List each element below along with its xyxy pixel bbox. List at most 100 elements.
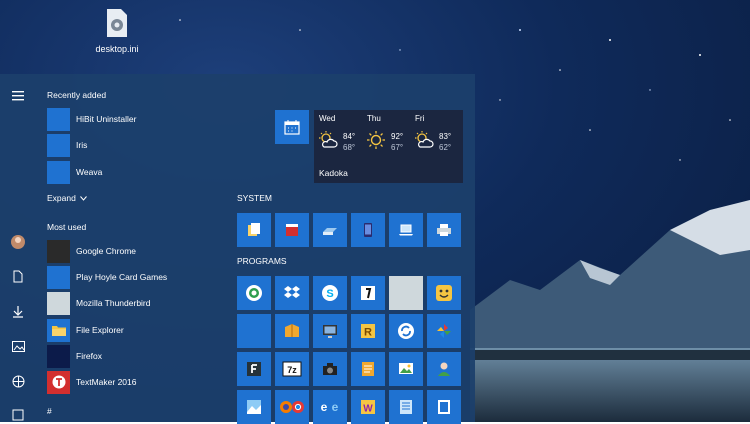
app-google-chrome[interactable]: Google Chrome [47,239,227,263]
notebook-icon [400,400,412,414]
program-tile-blank[interactable] [389,276,423,310]
svg-text:W: W [363,404,373,415]
program-tile-sync[interactable] [389,314,423,348]
weather-low: 62° [439,143,452,152]
system-tile-tablet[interactable] [351,213,385,247]
weather-day-label: Wed [319,114,336,123]
system-tile-red-app[interactable] [275,213,309,247]
app-tile-icon [47,107,70,131]
app-label: Play Hoyle Card Games [76,272,168,282]
program-tile-person[interactable] [427,352,461,386]
program-tile-browsers[interactable] [275,390,309,424]
dropbox-icon [284,286,300,298]
person-icon [438,362,450,376]
weather-day-fri: Fri 83° 62° [410,114,458,152]
program-tile-7zip[interactable]: 7z [275,352,309,386]
tablet-icon [364,223,372,237]
weather-high: 84° [343,132,356,141]
program-tile-archive[interactable] [275,314,309,348]
program-tile-f-app[interactable] [237,352,271,386]
app-label: HiBit Uninstaller [76,114,137,124]
sync-icon [398,323,414,339]
desktop-icon-label: desktop.ini [95,44,139,54]
program-tile-empty[interactable] [237,314,271,348]
pictures-icon[interactable] [10,338,26,354]
start-menu: Recently added HiBit Uninstaller Iris We… [0,74,475,424]
program-tile-skype[interactable]: S [313,276,347,310]
program-tile-camera[interactable] [313,352,347,386]
printer-icon [437,224,451,236]
program-tile-smiley[interactable] [427,276,461,310]
expand-label: Expand [47,193,76,203]
program-tile-dropbox[interactable] [275,276,309,310]
program-tile-monitor[interactable] [313,314,347,348]
weather-day-label: Fri [415,114,425,123]
textmaker-icon [47,370,70,394]
app-label: TextMaker 2016 [76,377,137,387]
weather-city: Kadoka [319,168,348,178]
program-tile-w-app[interactable]: W [351,390,385,424]
app-hibit-uninstaller[interactable]: HiBit Uninstaller [47,107,227,131]
hamburger-icon[interactable] [10,88,26,104]
program-tile-reader[interactable]: R [351,314,385,348]
settings-file-icon [107,9,127,37]
system-tile-laptop[interactable] [389,213,423,247]
program-tile-ccleaner[interactable] [237,276,271,310]
system-tile-printer[interactable] [427,213,461,247]
svg-text:S: S [326,288,333,300]
start-menu-rail [0,74,36,422]
expand-button[interactable]: Expand [47,193,87,203]
hoyle-tile-icon [47,265,70,289]
calendar-icon [284,120,300,135]
svg-text:R: R [364,327,372,339]
system-tile-drive[interactable] [313,213,347,247]
tile-area: Wed 84° 68° Thu 92° 67° Fri 83° 62° Kado… [237,74,475,424]
weather-tile[interactable]: Wed 84° 68° Thu 92° 67° Fri 83° 62° Kado… [314,110,463,183]
app-mozilla-thunderbird[interactable]: Mozilla Thunderbird [47,291,227,315]
mountain-landscape [470,200,750,422]
program-tile-window[interactable] [427,390,461,424]
program-tile-notebook[interactable] [389,390,423,424]
app-file-explorer[interactable]: File Explorer [47,318,227,342]
app-hoyle-card-games[interactable]: Play Hoyle Card Games [47,265,227,289]
app-label: Weava [76,167,103,177]
app-firefox[interactable]: Firefox [47,344,227,368]
user-avatar[interactable] [10,234,26,250]
app-tile-icon [47,160,70,184]
program-tile-landscape[interactable] [237,390,271,424]
app-iris[interactable]: Iris [47,133,227,157]
most-used-heading: Most used [47,222,87,232]
programs-group-heading: PROGRAMS [237,256,287,266]
svg-text:e: e [332,400,339,414]
program-tile-notes[interactable] [351,352,385,386]
app-textmaker-2016[interactable]: TextMaker 2016 [47,370,227,394]
app-list: Recently added HiBit Uninstaller Iris We… [36,74,226,422]
program-tile-photo-viewer[interactable] [389,352,423,386]
chevron-down-icon [79,195,87,201]
program-tile-one-app[interactable] [351,276,385,310]
download-icon[interactable] [10,303,26,319]
app-weava[interactable]: Weava [47,160,227,184]
ccleaner-icon [246,285,262,301]
app-label: Mozilla Thunderbird [76,298,151,308]
desktop-icon-desktop-ini[interactable]: desktop.ini [95,8,139,54]
weather-high: 83° [439,132,452,141]
file-icon[interactable] [10,407,26,423]
document-icon[interactable] [10,268,26,284]
hash-heading: # [47,406,52,416]
landscape-icon [247,400,261,414]
system-tile-file-manager[interactable] [237,213,271,247]
app-label: Iris [76,140,88,150]
program-tile-ie[interactable]: ee [313,390,347,424]
pinwheel-icon [437,324,451,338]
partly-cloudy-icon [319,131,338,148]
calendar-tile[interactable] [275,110,309,144]
program-tile-pinwheel[interactable] [427,314,461,348]
network-icon[interactable] [10,373,26,389]
weather-day-thu: Thu 92° 67° [362,114,410,152]
chrome-tile-icon [47,239,70,263]
skype-icon: S [322,285,338,301]
sunny-icon [367,131,385,149]
svg-text:7z: 7z [287,365,297,375]
smiley-icon [436,285,452,301]
